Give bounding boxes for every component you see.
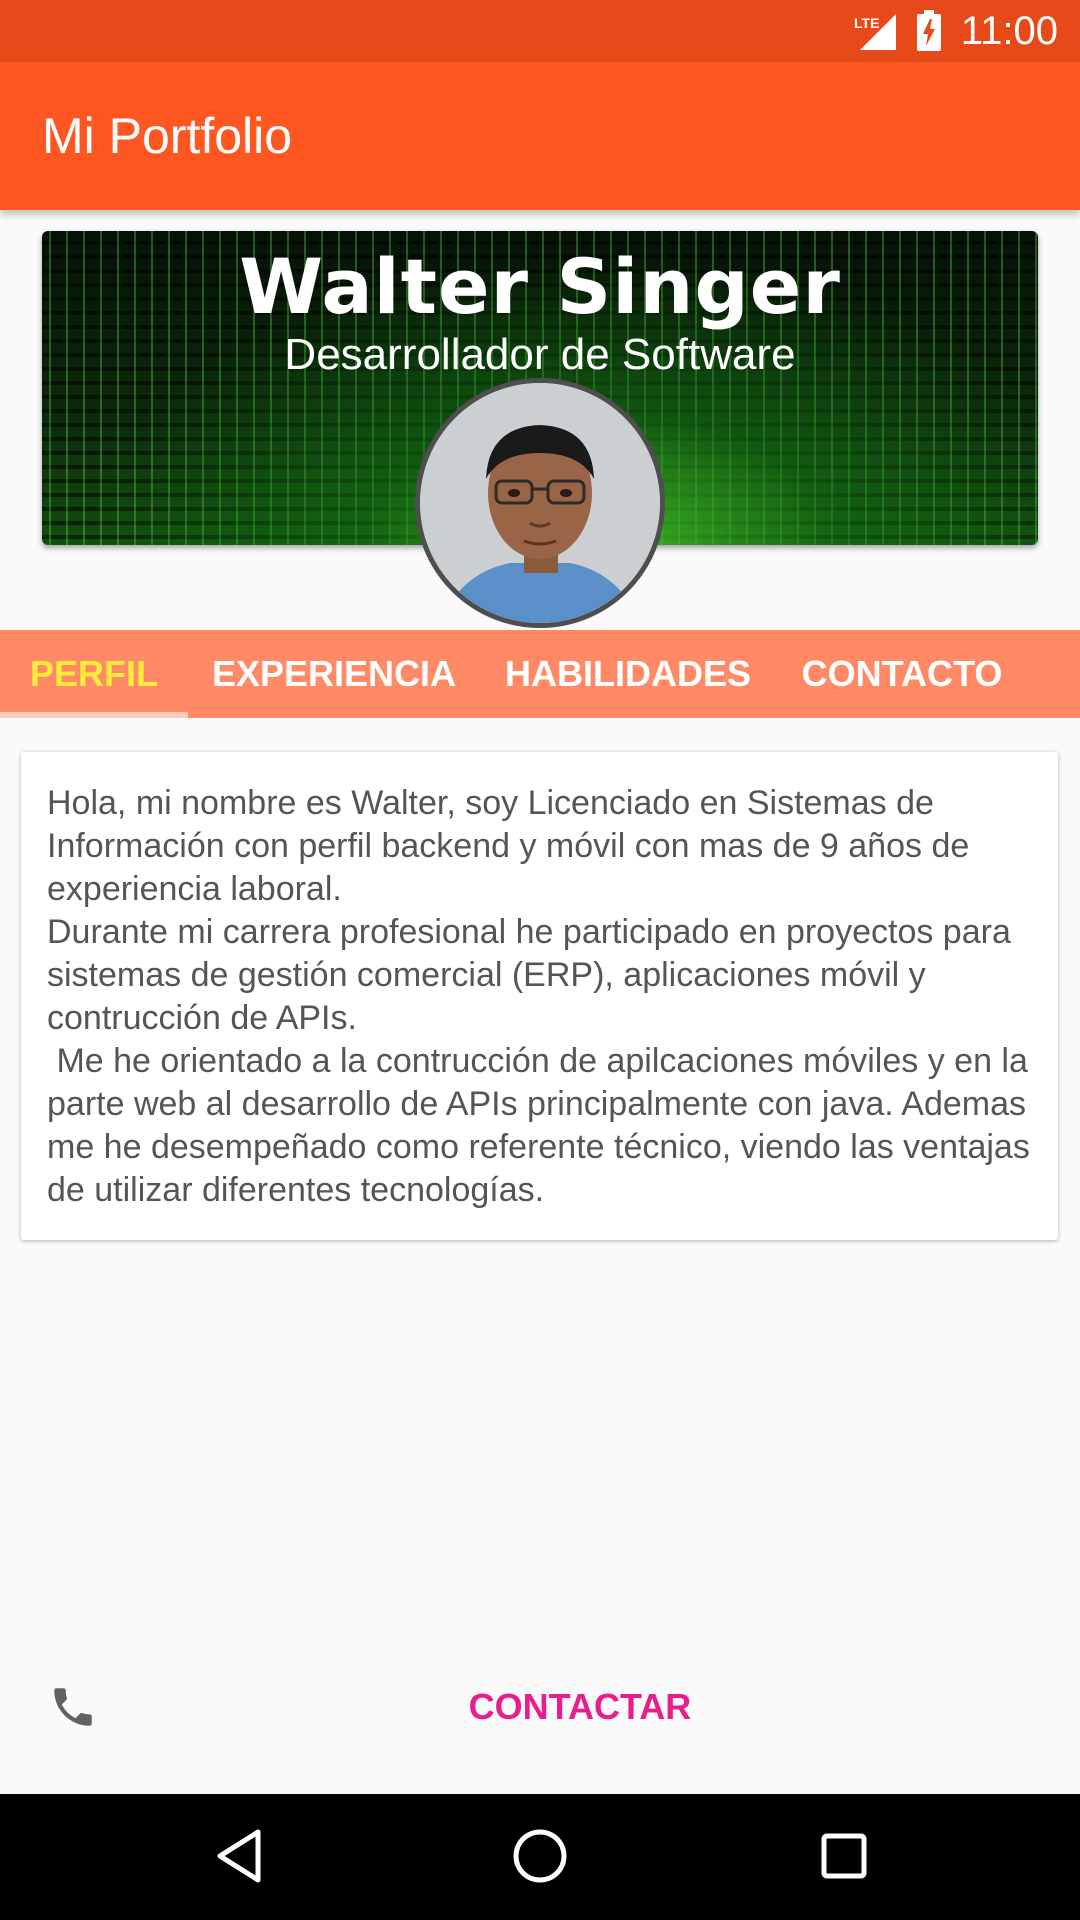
contact-button[interactable]: CONTACTAR (440, 1670, 720, 1744)
phone-icon[interactable] (48, 1682, 98, 1732)
back-icon[interactable] (208, 1824, 272, 1888)
profile-description: Hola, mi nombre es Walter, soy Licenciad… (47, 784, 1030, 1209)
avatar-portrait (420, 383, 660, 623)
profile-card: Hola, mi nombre es Walter, soy Licenciad… (21, 752, 1058, 1240)
app-title: Mi Portfolio (42, 108, 293, 164)
tab-perfil[interactable]: PERFIL (0, 630, 188, 718)
tab-bar: PERFIL EXPERIENCIA HABILIDADES CONTACTO (0, 630, 1080, 718)
profile-role: Desarrollador de Software (284, 330, 796, 379)
status-bar: LTE 11:00 (0, 0, 1080, 62)
tab-habilidades[interactable]: HABILIDADES (480, 630, 776, 718)
signal-icon: LTE (854, 14, 896, 50)
clock: 11:00 (960, 9, 1058, 53)
home-icon[interactable] (508, 1824, 572, 1888)
battery-charging-icon (917, 10, 941, 51)
avatar (415, 378, 665, 628)
tab-indicator (0, 712, 188, 718)
profile-name: Walter Singer (239, 242, 841, 331)
tab-experiencia[interactable]: EXPERIENCIA (188, 630, 480, 718)
network-type-label: LTE (854, 15, 879, 31)
navigation-bar (0, 1794, 1080, 1920)
app-bar: Mi Portfolio (0, 62, 1080, 210)
recents-icon[interactable] (812, 1824, 876, 1888)
tab-contacto[interactable]: CONTACTO (776, 630, 1028, 718)
